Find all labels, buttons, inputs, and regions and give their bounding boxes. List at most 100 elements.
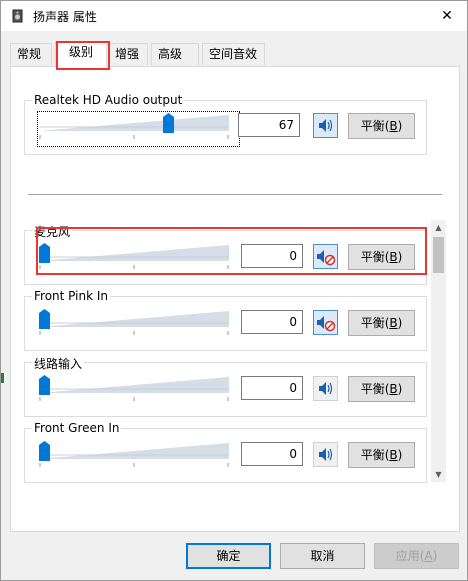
tab-label: 级别 [68, 45, 93, 59]
slider-thumb[interactable] [163, 113, 174, 133]
value-text: 0 [289, 447, 297, 461]
channels-scrollbar[interactable]: ▲ ▼ [431, 220, 446, 482]
apply-suffix: ) [432, 549, 438, 563]
front-green-value-field[interactable]: 0 [241, 442, 303, 466]
cancel-button[interactable]: 取消 [280, 543, 365, 569]
output-group: Realtek HD Audio output 67 平衡(B) [24, 93, 427, 155]
close-button[interactable]: ✕ [435, 4, 459, 28]
scroll-down-arrow-icon[interactable]: ▼ [431, 467, 446, 482]
front-pink-value-field[interactable]: 0 [241, 310, 303, 334]
slider-track [39, 245, 229, 261]
balance-label: 平衡( [360, 119, 390, 133]
output-balance-button[interactable]: 平衡(B) [348, 113, 415, 139]
slider-ticks [39, 397, 229, 401]
close-icon: ✕ [441, 8, 453, 24]
channel-microphone: 麦克风 0 平衡(B) [24, 223, 427, 285]
balance-suffix: ) [397, 119, 403, 133]
balance-label: 平衡( [360, 316, 390, 330]
tab-label: 高级 [158, 47, 183, 61]
balance-suffix: ) [397, 316, 403, 330]
speaker-volume-icon [319, 382, 333, 395]
apply-accesskey: A [424, 549, 433, 563]
apply-label: 应用( [395, 549, 425, 563]
slider-thumb[interactable] [39, 375, 50, 395]
tab-spatial-sound[interactable]: 空间音效 [202, 43, 265, 65]
slider-ticks [39, 463, 229, 467]
channel-line-in: 线路输入 0 平衡(B) [24, 355, 427, 417]
window-title: 扬声器 属性 [33, 10, 97, 24]
output-value-field[interactable]: 67 [238, 113, 300, 137]
front-pink-mute-button[interactable] [313, 310, 338, 335]
slider-thumb[interactable] [39, 243, 50, 263]
title-bar[interactable]: 扬声器 属性 ✕ [1, 1, 467, 31]
front-green-mute-button[interactable] [313, 442, 338, 467]
output-volume-slider[interactable] [39, 113, 229, 139]
balance-suffix: ) [397, 250, 403, 264]
ok-label: 确定 [216, 549, 241, 563]
value-text: 0 [289, 249, 297, 263]
speaker-muted-icon [317, 316, 336, 332]
channel-label: 麦克风 [32, 223, 73, 240]
tab-general[interactable]: 常规 [10, 43, 52, 65]
tab-advanced[interactable]: 高级 [151, 43, 199, 65]
speaker-volume-icon [319, 448, 333, 461]
line-in-mute-button[interactable] [313, 376, 338, 401]
tab-label: 空间音效 [209, 47, 258, 61]
edge-marker [1, 373, 4, 383]
line-in-value-field[interactable]: 0 [241, 376, 303, 400]
microphone-balance-button[interactable]: 平衡(B) [348, 244, 415, 270]
channel-label: Front Green In [32, 421, 122, 435]
scroll-up-arrow-icon[interactable]: ▲ [431, 220, 446, 235]
tab-levels[interactable]: 级别 [55, 41, 107, 67]
ok-button[interactable]: 确定 [186, 543, 271, 569]
slider-thumb[interactable] [39, 309, 50, 329]
slider-track [39, 311, 229, 327]
balance-accesskey: B [389, 448, 398, 462]
balance-accesskey: B [389, 316, 398, 330]
slider-ticks [39, 265, 229, 269]
line-in-balance-button[interactable]: 平衡(B) [348, 376, 415, 402]
properties-window: 扬声器 属性 ✕ 常规 级别 增强 高级 空间音效 Realtek HD Aud… [0, 0, 468, 581]
front-pink-balance-button[interactable]: 平衡(B) [348, 310, 415, 336]
balance-accesskey: B [389, 382, 398, 396]
separator [28, 194, 442, 195]
balance-suffix: ) [397, 382, 403, 396]
slider-thumb[interactable] [39, 441, 50, 461]
scrollbar-thumb[interactable] [433, 237, 444, 273]
speaker-volume-icon [319, 119, 333, 132]
slider-track [39, 115, 229, 131]
slider-ticks [39, 331, 229, 335]
value-text: 0 [289, 381, 297, 395]
levels-panel: Realtek HD Audio output 67 平衡(B) 麦克风 0 平… [10, 66, 460, 532]
output-label: Realtek HD Audio output [32, 93, 185, 107]
balance-suffix: ) [397, 448, 403, 462]
speaker-muted-icon [317, 250, 336, 266]
slider-track [39, 377, 229, 393]
tab-enhancements[interactable]: 增强 [108, 43, 148, 65]
speaker-icon [12, 9, 23, 23]
tab-label: 常规 [17, 47, 42, 61]
slider-ticks [39, 135, 229, 139]
cancel-label: 取消 [310, 549, 335, 563]
balance-label: 平衡( [360, 448, 390, 462]
front-pink-slider[interactable] [39, 309, 229, 335]
balance-accesskey: B [389, 119, 398, 133]
tab-label: 增强 [115, 47, 140, 61]
value-text: 0 [289, 315, 297, 329]
front-green-slider[interactable] [39, 441, 229, 467]
channel-label: Front Pink In [32, 289, 110, 303]
channel-front-green-in: Front Green In 0 平衡(B) [24, 421, 427, 483]
balance-label: 平衡( [360, 382, 390, 396]
apply-button[interactable]: 应用(A) [374, 543, 459, 569]
line-in-slider[interactable] [39, 375, 229, 401]
output-mute-button[interactable] [313, 113, 338, 138]
microphone-slider[interactable] [39, 243, 229, 269]
front-green-balance-button[interactable]: 平衡(B) [348, 442, 415, 468]
microphone-value-field[interactable]: 0 [241, 244, 303, 268]
channel-front-pink-in: Front Pink In 0 平衡(B) [24, 289, 427, 351]
slider-track [39, 443, 229, 459]
balance-label: 平衡( [360, 250, 390, 264]
microphone-mute-button[interactable] [313, 244, 338, 269]
channel-label: 线路输入 [32, 355, 85, 372]
balance-accesskey: B [389, 250, 398, 264]
